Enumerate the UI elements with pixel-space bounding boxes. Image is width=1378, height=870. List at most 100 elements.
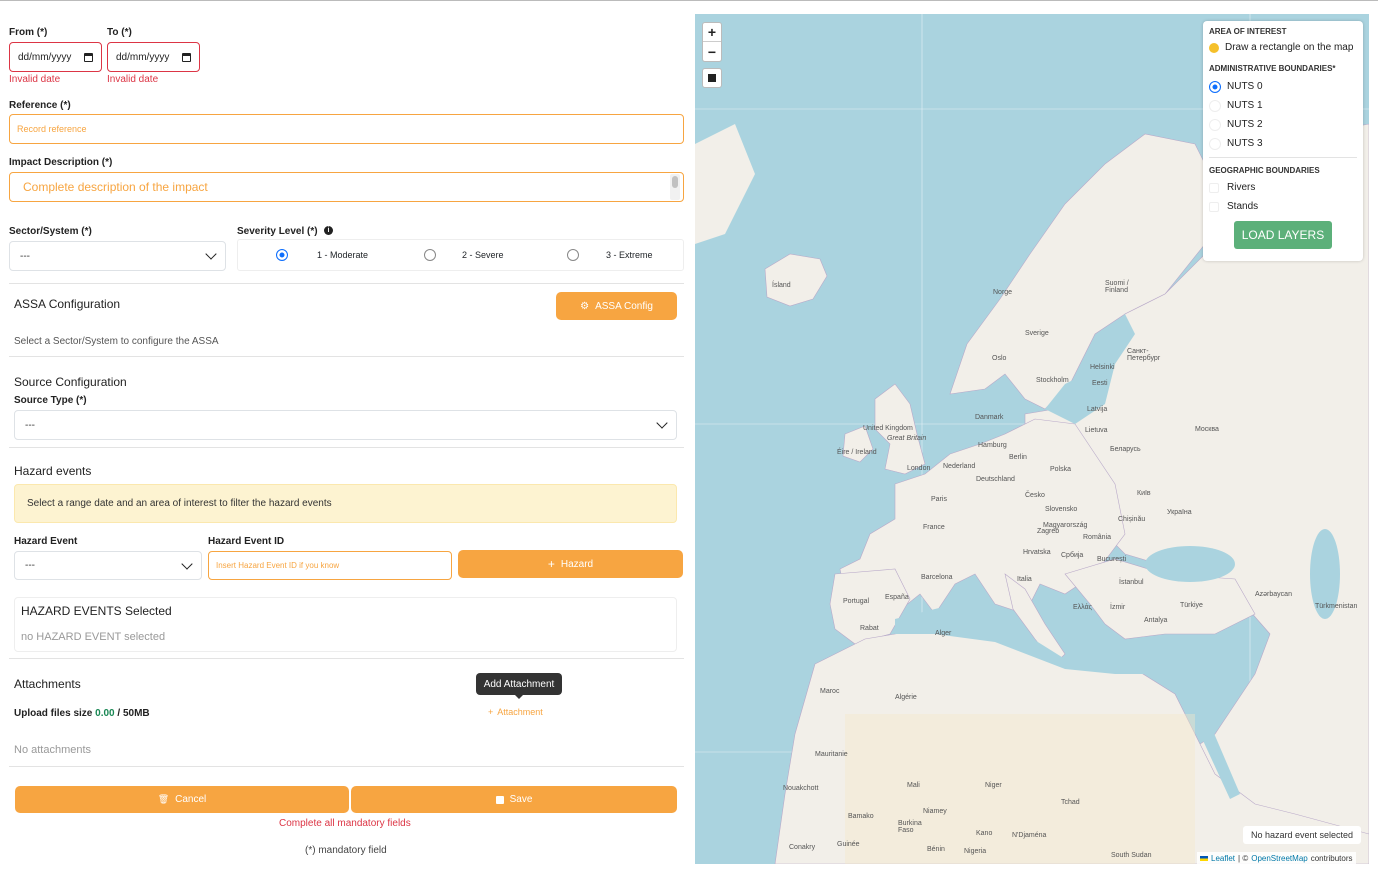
map-label: Maroc: [820, 688, 840, 695]
reference-input[interactable]: Record reference: [9, 114, 684, 144]
nuts1-label: NUTS 1: [1227, 100, 1263, 111]
map-label: Nouakchott: [783, 785, 819, 792]
draw-rectangle-button[interactable]: [702, 68, 722, 88]
nuts2-option[interactable]: NUTS 2: [1209, 115, 1357, 134]
square-icon: [708, 74, 716, 82]
map-label: Mali: [907, 782, 920, 789]
map-label: Burkina Faso: [898, 820, 922, 834]
divider: [9, 356, 684, 357]
map-label: Hrvatska: [1023, 549, 1051, 556]
cancel-button[interactable]: 🗑 Cancel: [15, 786, 349, 813]
source-title: Source Configuration: [14, 375, 127, 389]
severity-radio-moderate[interactable]: [276, 249, 288, 261]
map-label: Oslo: [992, 355, 1007, 362]
nuts1-option[interactable]: NUTS 1: [1209, 96, 1357, 115]
add-hazard-button[interactable]: + Hazard: [458, 550, 683, 578]
map-label: Hamburg: [978, 442, 1007, 449]
map-label: Zagreb: [1037, 528, 1060, 535]
map-label: Eesti: [1092, 380, 1108, 387]
map-label: Bénin: [927, 846, 945, 853]
hazard-id-label: Hazard Event ID: [208, 536, 285, 547]
severity-radio-extreme[interactable]: [567, 249, 579, 261]
assa-title: ASSA Configuration: [14, 297, 121, 311]
map-label: București: [1097, 556, 1127, 563]
hazard-alert: Select a range date and an area of inter…: [14, 484, 677, 523]
map-label: Danmark: [975, 414, 1004, 421]
impact-textarea[interactable]: Complete description of the impact: [9, 172, 684, 202]
map-label: Algérie: [895, 694, 917, 701]
map-attribution: Leaflet | © OpenStreetMap contributors: [1197, 852, 1356, 864]
map-label: Україна: [1167, 509, 1192, 516]
map-label: Stockholm: [1036, 377, 1069, 384]
sector-select[interactable]: ---: [9, 241, 226, 271]
map-label: İstanbul: [1119, 579, 1144, 586]
map-label: Київ: [1137, 490, 1151, 497]
calendar-icon[interactable]: [84, 52, 93, 62]
map-label: Kano: [976, 830, 993, 837]
reference-placeholder: Record reference: [17, 124, 87, 134]
zoom-out-button[interactable]: −: [703, 42, 721, 61]
to-date-input[interactable]: dd/mm/yyyy: [107, 42, 200, 72]
to-error: Invalid date: [107, 74, 159, 85]
divider: [9, 766, 684, 767]
nuts1-radio[interactable]: [1209, 99, 1221, 112]
map-label: Suomi / Finland: [1105, 280, 1129, 294]
leaflet-link[interactable]: Leaflet: [1211, 854, 1235, 863]
map-label: Санкт-Петербург: [1127, 348, 1161, 362]
map-label: Србија: [1061, 552, 1084, 559]
map-label: Paris: [931, 496, 947, 503]
nuts0-radio[interactable]: [1209, 80, 1221, 93]
rivers-checkbox[interactable]: [1209, 182, 1219, 193]
nuts2-radio[interactable]: [1209, 118, 1221, 131]
map-label: Chișinău: [1118, 516, 1146, 523]
source-type-label: Source Type (*): [14, 395, 87, 406]
zoom-control: + −: [702, 22, 722, 62]
map-label: România: [1083, 534, 1112, 541]
hazard-event-value: ---: [25, 560, 35, 571]
source-type-select[interactable]: ---: [14, 410, 677, 440]
stands-checkbox[interactable]: [1209, 201, 1219, 212]
severity-label-severe: 2 - Severe: [462, 250, 504, 260]
hazard-id-input[interactable]: Insert Hazard Event ID if you know: [208, 551, 452, 580]
map-label: Sverige: [1025, 330, 1049, 337]
info-icon[interactable]: i: [324, 226, 333, 235]
zoom-in-button[interactable]: +: [703, 23, 721, 42]
osm-link[interactable]: OpenStreetMap: [1251, 854, 1307, 863]
from-error: Invalid date: [9, 74, 61, 85]
area-item[interactable]: Draw a rectangle on the map: [1209, 38, 1357, 57]
hazard-event-select[interactable]: ---: [14, 551, 202, 580]
save-button[interactable]: Save: [351, 786, 677, 813]
add-attachment-button[interactable]: + Attachment: [488, 707, 543, 717]
from-date-input[interactable]: dd/mm/yyyy: [9, 42, 102, 72]
severity-radio-severe[interactable]: [424, 249, 436, 261]
attribution-tail: contributors: [1310, 853, 1353, 863]
stands-label: Stands: [1227, 201, 1259, 212]
attachment-tooltip-text: Add Attachment: [483, 678, 555, 690]
chevron-down-icon: [656, 417, 668, 429]
reference-label: Reference (*): [9, 100, 71, 111]
nuts3-option[interactable]: NUTS 3: [1209, 134, 1357, 153]
hazard-selected-empty: no HAZARD EVENT selected: [21, 631, 166, 643]
map-label: Italia: [1017, 576, 1032, 583]
map-label: Portugal: [843, 598, 870, 605]
textarea-scrollbar[interactable]: [670, 174, 680, 200]
map-label: Lietuva: [1085, 427, 1108, 434]
nuts3-radio[interactable]: [1209, 137, 1221, 150]
calendar-icon[interactable]: [182, 52, 191, 62]
map-label: Rabat: [860, 625, 879, 632]
gears-icon: ⚙: [580, 300, 590, 312]
map-label: Guinée: [837, 841, 860, 848]
attachments-title: Attachments: [14, 677, 81, 691]
hazard-title: Hazard events: [14, 464, 92, 478]
stands-option[interactable]: Stands: [1209, 197, 1357, 216]
map-label: Türkmenistan: [1315, 603, 1358, 610]
map-label: N'Djaména: [1012, 832, 1047, 839]
map-label: Antalya: [1144, 617, 1168, 624]
area-title: AREA OF INTEREST: [1209, 27, 1287, 36]
assa-config-button[interactable]: ⚙ ASSA Config: [556, 292, 677, 320]
impact-placeholder: Complete description of the impact: [23, 180, 208, 194]
load-layers-button[interactable]: LOAD LAYERS: [1234, 221, 1332, 249]
nuts0-option[interactable]: NUTS 0: [1209, 77, 1357, 96]
rivers-option[interactable]: Rivers: [1209, 178, 1357, 197]
map-label: Slovensko: [1045, 506, 1078, 513]
